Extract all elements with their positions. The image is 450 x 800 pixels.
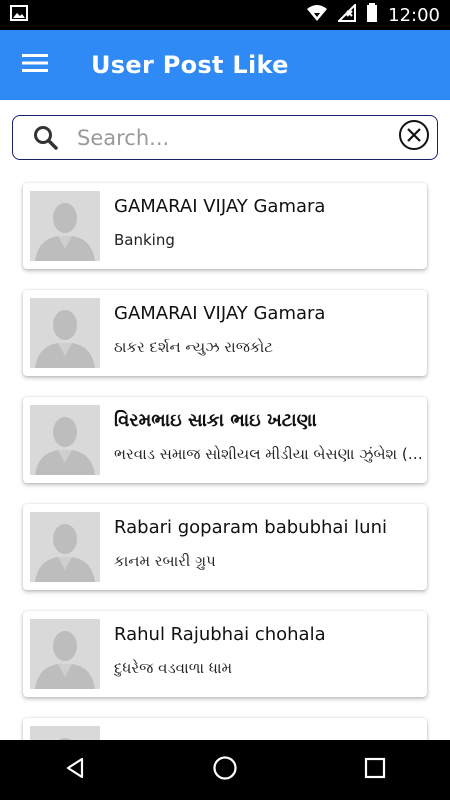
system-nav-bar	[0, 740, 450, 800]
list-item[interactable]: વિરમભાઇ સાકા ભાઇ ખટાણા ભરવાડ સમાજ સોશીયલ…	[23, 397, 427, 483]
app-bar: User Post Like	[0, 30, 450, 100]
list-item[interactable]: GAMARAI VIJAY Gamara Banking	[23, 183, 427, 269]
status-bar: 12:00	[0, 0, 450, 30]
recents-icon	[364, 757, 386, 784]
avatar	[30, 405, 100, 475]
battery-icon	[366, 2, 378, 28]
recents-button[interactable]	[345, 740, 405, 800]
avatar	[30, 512, 100, 582]
avatar	[30, 619, 100, 689]
home-button[interactable]	[195, 740, 255, 800]
wifi-icon	[306, 4, 328, 27]
user-name: GAMARAI VIJAY Gamara	[114, 196, 326, 217]
user-name: Rahul Rajubhai chohala	[114, 624, 326, 645]
home-icon	[212, 755, 238, 786]
user-subtitle: Banking	[114, 231, 175, 249]
status-time: 12:00	[388, 4, 440, 26]
user-name: વિરમભાઇ સાકા ભાઇ ખટાણા	[114, 410, 317, 431]
page-title: User Post Like	[91, 51, 289, 79]
search-bar	[12, 115, 438, 160]
signal-icon	[336, 2, 357, 27]
back-icon	[63, 756, 87, 785]
list-item[interactable]: Rabari goparam babubhai luni કાનમ રબારી …	[23, 504, 427, 590]
hamburger-menu-icon	[22, 53, 48, 78]
avatar	[30, 298, 100, 368]
user-subtitle: ઠાકર દર્શન ન્યુઝ રાજકોટ	[114, 338, 273, 356]
avatar	[30, 191, 100, 261]
list-item[interactable]	[23, 718, 427, 740]
avatar	[30, 726, 100, 740]
user-subtitle: દુધરેજ વડવાળા ધામ	[114, 659, 233, 677]
user-name: GAMARAI VIJAY Gamara	[114, 303, 326, 324]
user-subtitle: ભરવાડ સમાજ સોશીયલ મીડીયા બેસણા ઝુંબેશ (ભ…	[114, 445, 424, 463]
user-list: GAMARAI VIJAY Gamara Banking GAMARAI VIJ…	[0, 170, 450, 740]
menu-button[interactable]	[0, 30, 70, 100]
user-name: Rabari goparam babubhai luni	[114, 517, 387, 538]
user-subtitle: કાનમ રબારી ગ્રુપ	[114, 552, 216, 570]
back-button[interactable]	[45, 740, 105, 800]
search-input[interactable]	[69, 117, 397, 158]
search-icon	[23, 125, 69, 151]
clear-icon	[398, 119, 430, 156]
list-item[interactable]: GAMARAI VIJAY Gamara ઠાકર દર્શન ન્યુઝ રા…	[23, 290, 427, 376]
image-icon	[10, 4, 28, 26]
clear-search-button[interactable]	[397, 119, 431, 156]
list-item[interactable]: Rahul Rajubhai chohala દુધરેજ વડવાળા ધામ	[23, 611, 427, 697]
